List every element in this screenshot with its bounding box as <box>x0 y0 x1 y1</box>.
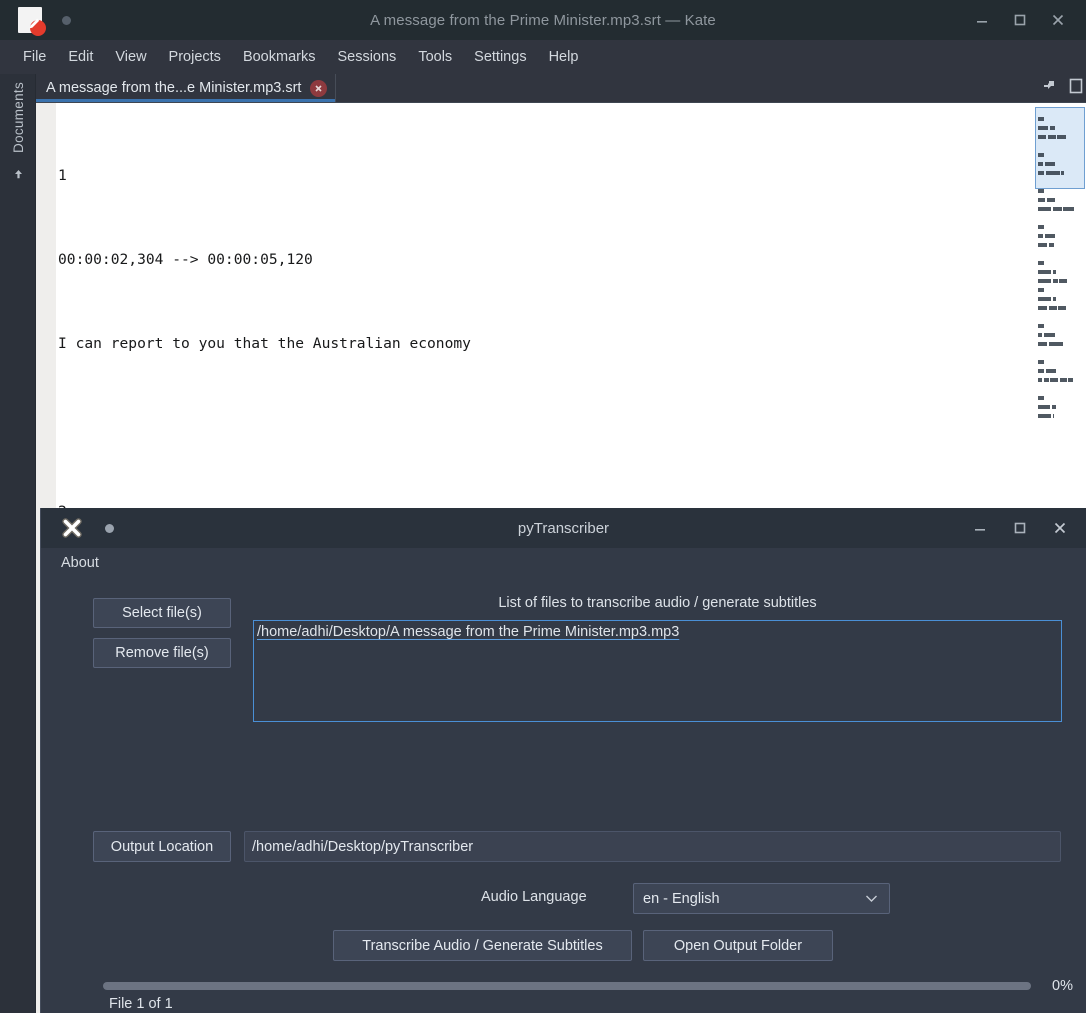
tab-close-icon[interactable] <box>310 80 327 97</box>
minimize-icon <box>974 12 990 28</box>
pencil-icon <box>26 16 42 32</box>
transcribe-button[interactable]: Transcribe Audio / Generate Subtitles <box>333 930 632 961</box>
sidebar-item-label: Documents <box>11 82 26 159</box>
kate-tabbar: A message from the...e Minister.mp3.srt <box>36 74 1086 102</box>
menu-bookmarks[interactable]: Bookmarks <box>232 44 327 70</box>
audio-language-label: Audio Language <box>481 889 587 905</box>
kate-titlebar[interactable]: A message from the Prime Minister.mp3.sr… <box>0 0 1086 40</box>
menu-settings[interactable]: Settings <box>463 44 537 70</box>
minimap-line <box>1038 191 1083 198</box>
minimap-line <box>1038 326 1083 333</box>
close-icon <box>1050 12 1066 28</box>
pytranscriber-titlebar[interactable]: pyTranscriber <box>41 508 1086 548</box>
window-modified-dot <box>62 16 71 25</box>
kate-close-button[interactable] <box>1040 5 1076 35</box>
menu-tools[interactable]: Tools <box>407 44 463 70</box>
menu-file[interactable]: File <box>12 44 57 70</box>
select-files-button[interactable]: Select file(s) <box>93 598 231 628</box>
minimap-line <box>1038 155 1083 162</box>
minimap-line <box>1038 362 1083 369</box>
progress-track <box>103 982 1031 990</box>
minimap-line <box>1038 254 1083 261</box>
pytranscriber-body: Select file(s) Remove file(s) List of fi… <box>41 578 1086 1013</box>
kate-window-title: A message from the Prime Minister.mp3.sr… <box>0 12 1086 29</box>
close-icon <box>1052 520 1068 536</box>
pytranscriber-maximize-button[interactable] <box>1002 513 1038 543</box>
sidebar-item-documents[interactable]: Documents <box>0 82 36 183</box>
x-cross-icon <box>60 516 84 540</box>
maximize-icon <box>1012 12 1028 28</box>
minimize-icon <box>972 520 988 536</box>
menu-view[interactable]: View <box>104 44 157 70</box>
file-list-box[interactable]: /home/adhi/Desktop/A message from the Pr… <box>253 620 1062 722</box>
minimap-lines <box>1038 110 1083 416</box>
minimap-line <box>1038 290 1083 297</box>
menu-about[interactable]: About <box>53 552 107 574</box>
progress-status-label: File 1 of 1 <box>109 996 173 1012</box>
minimap-line <box>1038 263 1083 270</box>
minimap-line <box>1038 398 1083 405</box>
editor-line <box>58 414 1028 442</box>
editor-tab-label: A message from the...e Minister.mp3.srt <box>46 80 301 96</box>
kate-window-controls <box>964 0 1076 40</box>
minimap-line <box>1038 227 1083 234</box>
pytranscriber-window-title: pyTranscriber <box>41 520 1086 537</box>
minimap-line <box>1038 110 1083 117</box>
chevron-down-icon <box>865 891 878 907</box>
editor-line: I can report to you that the Australian … <box>58 330 1028 358</box>
kate-maximize-button[interactable] <box>1002 5 1038 35</box>
output-location-field[interactable]: /home/adhi/Desktop/pyTranscriber <box>244 831 1061 862</box>
minimap-line <box>1038 218 1083 225</box>
minimap-line <box>1038 389 1083 396</box>
pytranscriber-window-controls <box>962 508 1078 548</box>
minimap-line <box>1038 353 1083 360</box>
kate-menubar: File Edit View Projects Bookmarks Sessio… <box>0 40 1086 74</box>
progress-percent-label: 0% <box>1031 978 1073 994</box>
editor-line: 00:00:02,304 --> 00:00:05,120 <box>58 246 1028 274</box>
maximize-icon <box>1012 520 1028 536</box>
audio-language-value: en - English <box>643 891 720 907</box>
minimap-line <box>1038 317 1083 324</box>
open-output-folder-button[interactable]: Open Output Folder <box>643 930 833 961</box>
menu-sessions[interactable]: Sessions <box>326 44 407 70</box>
editor-line: 1 <box>58 162 1028 190</box>
tabbar-actions <box>1040 77 1084 95</box>
pytranscriber-app-icon <box>59 515 85 541</box>
menu-edit[interactable]: Edit <box>57 44 104 70</box>
minimap-line <box>1038 146 1083 153</box>
output-location-button[interactable]: Output Location <box>93 831 231 862</box>
file-list-title: List of files to transcribe audio / gene… <box>244 592 1071 618</box>
kate-app-icon <box>18 7 42 33</box>
minimap-line <box>1038 119 1083 126</box>
menu-projects[interactable]: Projects <box>158 44 232 70</box>
kate-left-sidebar: Documents <box>0 74 36 1013</box>
minimap-line <box>1038 182 1083 189</box>
new-document-icon[interactable] <box>1068 77 1084 95</box>
pytranscriber-minimize-button[interactable] <box>962 513 998 543</box>
kate-minimize-button[interactable] <box>964 5 1000 35</box>
progress-bar: 0% <box>103 978 1073 994</box>
file-list-row[interactable]: /home/adhi/Desktop/A message from the Pr… <box>254 621 1061 641</box>
expand-up-icon <box>12 168 25 183</box>
file-list-panel: List of files to transcribe audio / gene… <box>244 592 1071 722</box>
file-list-item-path: /home/adhi/Desktop/A message from the Pr… <box>254 621 682 640</box>
pytranscriber-window: pyTranscriber About Select file(s) Remov… <box>40 508 1086 1013</box>
menu-help[interactable]: Help <box>538 44 590 70</box>
split-view-icon[interactable] <box>1040 77 1058 95</box>
audio-language-select[interactable]: en - English <box>633 883 890 914</box>
screen: A message from the Prime Minister.mp3.sr… <box>0 0 1086 1013</box>
pytranscriber-close-button[interactable] <box>1042 513 1078 543</box>
pytranscriber-menubar: About <box>41 548 1086 578</box>
remove-files-button[interactable]: Remove file(s) <box>93 638 231 668</box>
window-state-dot <box>105 524 114 533</box>
editor-tab[interactable]: A message from the...e Minister.mp3.srt <box>36 74 336 102</box>
